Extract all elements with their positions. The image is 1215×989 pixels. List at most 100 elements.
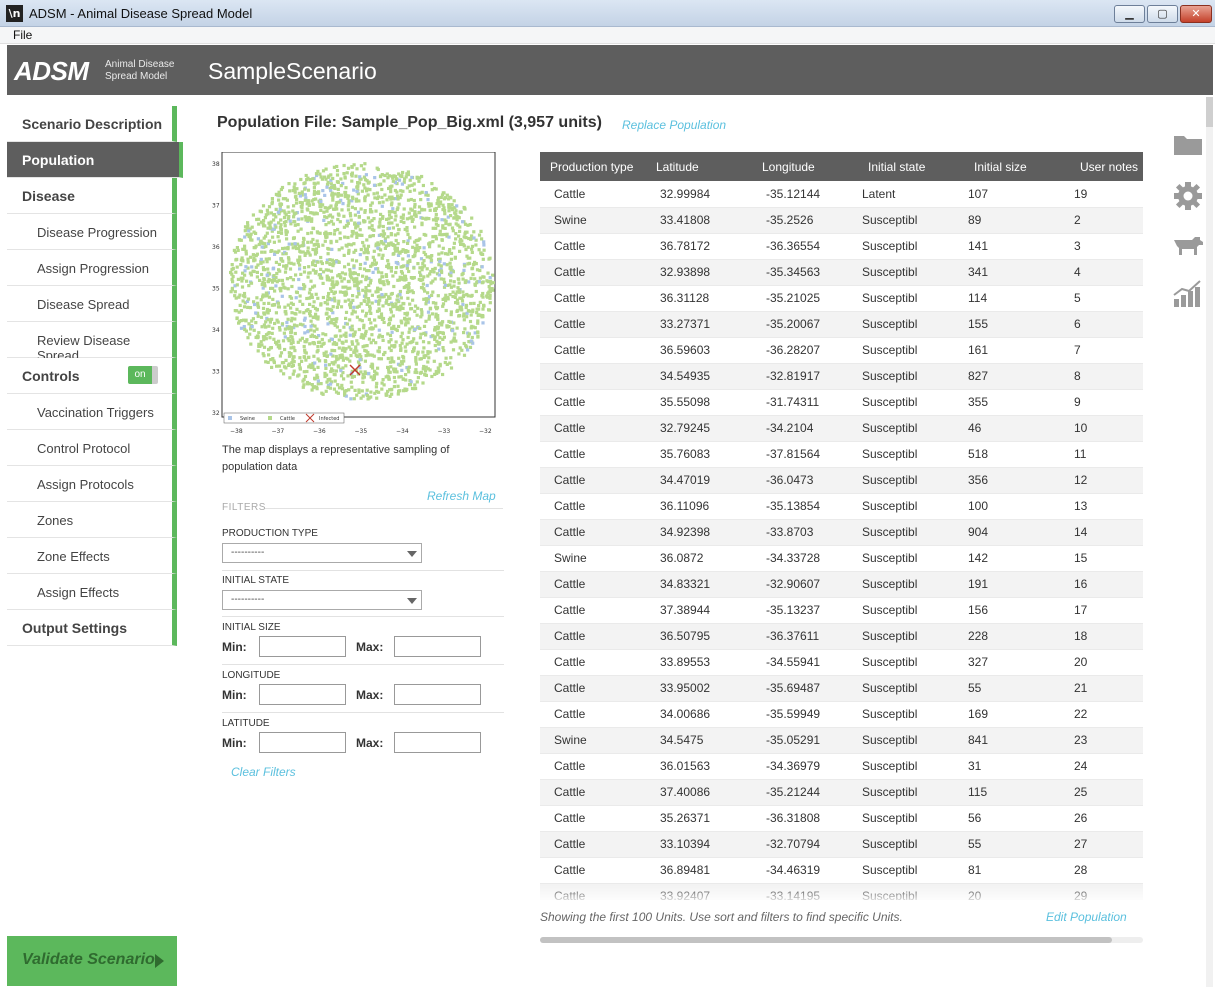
table-cell: Susceptibl [858,571,964,598]
table-row[interactable]: Cattle 35.26371 -36.31808 Susceptibl 56 26 [540,805,1143,832]
table-row[interactable]: Cattle 36.59603 -36.28207 Susceptibl 161 7 [540,337,1143,364]
table-cell: 32.99984 [646,181,752,208]
chart-icon[interactable] [1172,277,1204,307]
minimize-button[interactable]: ▁ [1114,5,1145,23]
sidebar-item-scenario-description[interactable]: Scenario Description [7,106,177,142]
table-cell: 9 [1070,389,1143,416]
table-row[interactable]: Cattle 36.11096 -35.13854 Susceptibl 100 13 [540,493,1143,520]
folder-icon[interactable] [1172,132,1204,162]
close-button[interactable]: ✕ [1180,5,1212,23]
vertical-scrollbar[interactable] [1206,97,1213,987]
map-y-tick: 34 [212,327,220,334]
table-cell: 3 [1070,233,1143,260]
table-row[interactable]: Cattle 32.99984 -35.12144 Latent 107 19 [540,181,1143,208]
clear-filters-link[interactable]: Clear Filters [231,765,296,779]
sidebar-item-assign-protocols[interactable]: Assign Protocols [7,466,177,502]
refresh-map-link[interactable]: Refresh Map [427,489,496,503]
table-cell: Susceptibl [858,233,964,260]
filter-divider [222,616,504,617]
table-row[interactable]: Cattle 34.54935 -32.81917 Susceptibl 827 8 [540,363,1143,390]
table-row[interactable]: Cattle 36.50795 -36.37611 Susceptibl 228 18 [540,623,1143,650]
initial-size-min-input[interactable] [259,636,346,657]
maximize-button[interactable]: ▢ [1147,5,1178,23]
table-cell: Susceptibl [858,415,964,442]
cow-icon[interactable] [1172,234,1204,264]
initial-state-label: INITIAL STATE [222,575,290,586]
longitude-max-label: Max: [356,688,384,702]
sidebar-item-zones[interactable]: Zones [7,502,177,538]
column-header[interactable]: Production type [540,152,646,181]
validate-scenario-button[interactable]: Validate Scenario [7,936,177,986]
table-row[interactable]: Cattle 34.47019 -36.0473 Susceptibl 356 12 [540,467,1143,494]
sidebar-item-population[interactable]: Population [7,142,183,178]
initial-size-max-input[interactable] [394,636,481,657]
initial-state-select[interactable]: ---------- [222,590,422,610]
horizontal-scrollbar[interactable] [540,937,1143,943]
menubar: File [0,27,1215,44]
chevron-down-icon [407,551,417,557]
sidebar-item-disease[interactable]: Disease [7,178,177,214]
sidebar-item-control-protocol[interactable]: Control Protocol [7,430,177,466]
sidebar-item-review-disease-spread[interactable]: Review Disease Spread [7,322,177,363]
sidebar-item-assign-progression[interactable]: Assign Progression [7,250,177,286]
table-row[interactable]: Cattle 32.93898 -35.34563 Susceptibl 341 4 [540,259,1143,286]
gear-icon[interactable] [1172,180,1204,210]
column-header[interactable]: Initial state [858,152,964,181]
latitude-max-input[interactable] [394,732,481,753]
table-cell: 34.92398 [646,519,752,546]
table-cell: 355 [964,389,1070,416]
table-row[interactable]: Cattle 33.10394 -32.70794 Susceptibl 55 27 [540,831,1143,858]
table-cell: 169 [964,701,1070,728]
edit-population-link[interactable]: Edit Population [1046,910,1127,924]
table-row[interactable]: Cattle 34.00686 -35.59949 Susceptibl 169 22 [540,701,1143,728]
vertical-scrollbar-thumb[interactable] [1206,97,1213,127]
production-type-select[interactable]: ---------- [222,543,422,563]
menu-file[interactable]: File [13,28,32,42]
column-header[interactable]: Latitude [646,152,752,181]
sidebar-item-disease-spread[interactable]: Disease Spread [7,286,177,322]
map-x-tick: −36 [313,428,326,435]
sidebar-item-controls[interactable]: Controls on [7,358,177,394]
table-cell: -32.90607 [752,571,858,598]
table-row[interactable]: Cattle 36.89481 -34.46319 Susceptibl 81 28 [540,857,1143,884]
sidebar-item-zone-effects[interactable]: Zone Effects [7,538,177,574]
table-row[interactable]: Cattle 36.31128 -35.21025 Susceptibl 114 5 [540,285,1143,312]
sidebar-item-vaccination-triggers[interactable]: Vaccination Triggers [7,394,177,430]
table-row[interactable]: Cattle 36.78172 -36.36554 Susceptibl 141 3 [540,233,1143,260]
table-row[interactable]: Cattle 33.27371 -35.20067 Susceptibl 155 6 [540,311,1143,338]
column-header[interactable]: Initial size [964,152,1070,181]
controls-toggle[interactable]: on [128,366,158,384]
table-row[interactable]: Cattle 34.83321 -32.90607 Susceptibl 191 16 [540,571,1143,598]
table-row[interactable]: Cattle 37.40086 -35.21244 Susceptibl 115 25 [540,779,1143,806]
table-row[interactable]: Cattle 34.92398 -33.8703 Susceptibl 904 14 [540,519,1143,546]
table-row[interactable]: Cattle 33.95002 -35.69487 Susceptibl 55 21 [540,675,1143,702]
map-y-tick: 32 [212,410,220,417]
sidebar-item-output-settings[interactable]: Output Settings [7,610,177,646]
column-header[interactable]: User notes [1070,152,1143,181]
horizontal-scrollbar-thumb[interactable] [540,937,1112,943]
sidebar-item-assign-effects[interactable]: Assign Effects [7,574,177,610]
table-row[interactable]: Cattle 37.38944 -35.13237 Susceptibl 156 17 [540,597,1143,624]
table-row[interactable]: Cattle 35.76083 -37.81564 Susceptibl 518 11 [540,441,1143,468]
table-cell: Cattle [540,571,646,598]
table-cell: 141 [964,233,1070,260]
latitude-min-input[interactable] [259,732,346,753]
table-cell: Cattle [540,519,646,546]
table-row[interactable]: Swine 36.0872 -34.33728 Susceptibl 142 15 [540,545,1143,572]
table-cell: Susceptibl [858,207,964,234]
table-row[interactable]: Swine 34.5475 -35.05291 Susceptibl 841 23 [540,727,1143,754]
sidebar-item-disease-progression[interactable]: Disease Progression [7,214,177,250]
column-header[interactable]: Longitude [752,152,858,181]
table-row[interactable]: Cattle 36.01563 -34.36979 Susceptibl 31 24 [540,753,1143,780]
table-cell: 28 [1070,857,1143,884]
table-cell: -36.31808 [752,805,858,832]
table-row[interactable]: Cattle 33.89553 -34.55941 Susceptibl 327 20 [540,649,1143,676]
table-row[interactable]: Swine 33.41808 -35.2526 Susceptibl 89 2 [540,207,1143,234]
longitude-max-input[interactable] [394,684,481,705]
table-row[interactable]: Cattle 35.55098 -31.74311 Susceptibl 355 9 [540,389,1143,416]
table-cell: 55 [964,675,1070,702]
longitude-min-input[interactable] [259,684,346,705]
replace-population-link[interactable]: Replace Population [622,118,726,132]
table-cell: Cattle [540,597,646,624]
table-row[interactable]: Cattle 32.79245 -34.2104 Susceptibl 46 10 [540,415,1143,442]
